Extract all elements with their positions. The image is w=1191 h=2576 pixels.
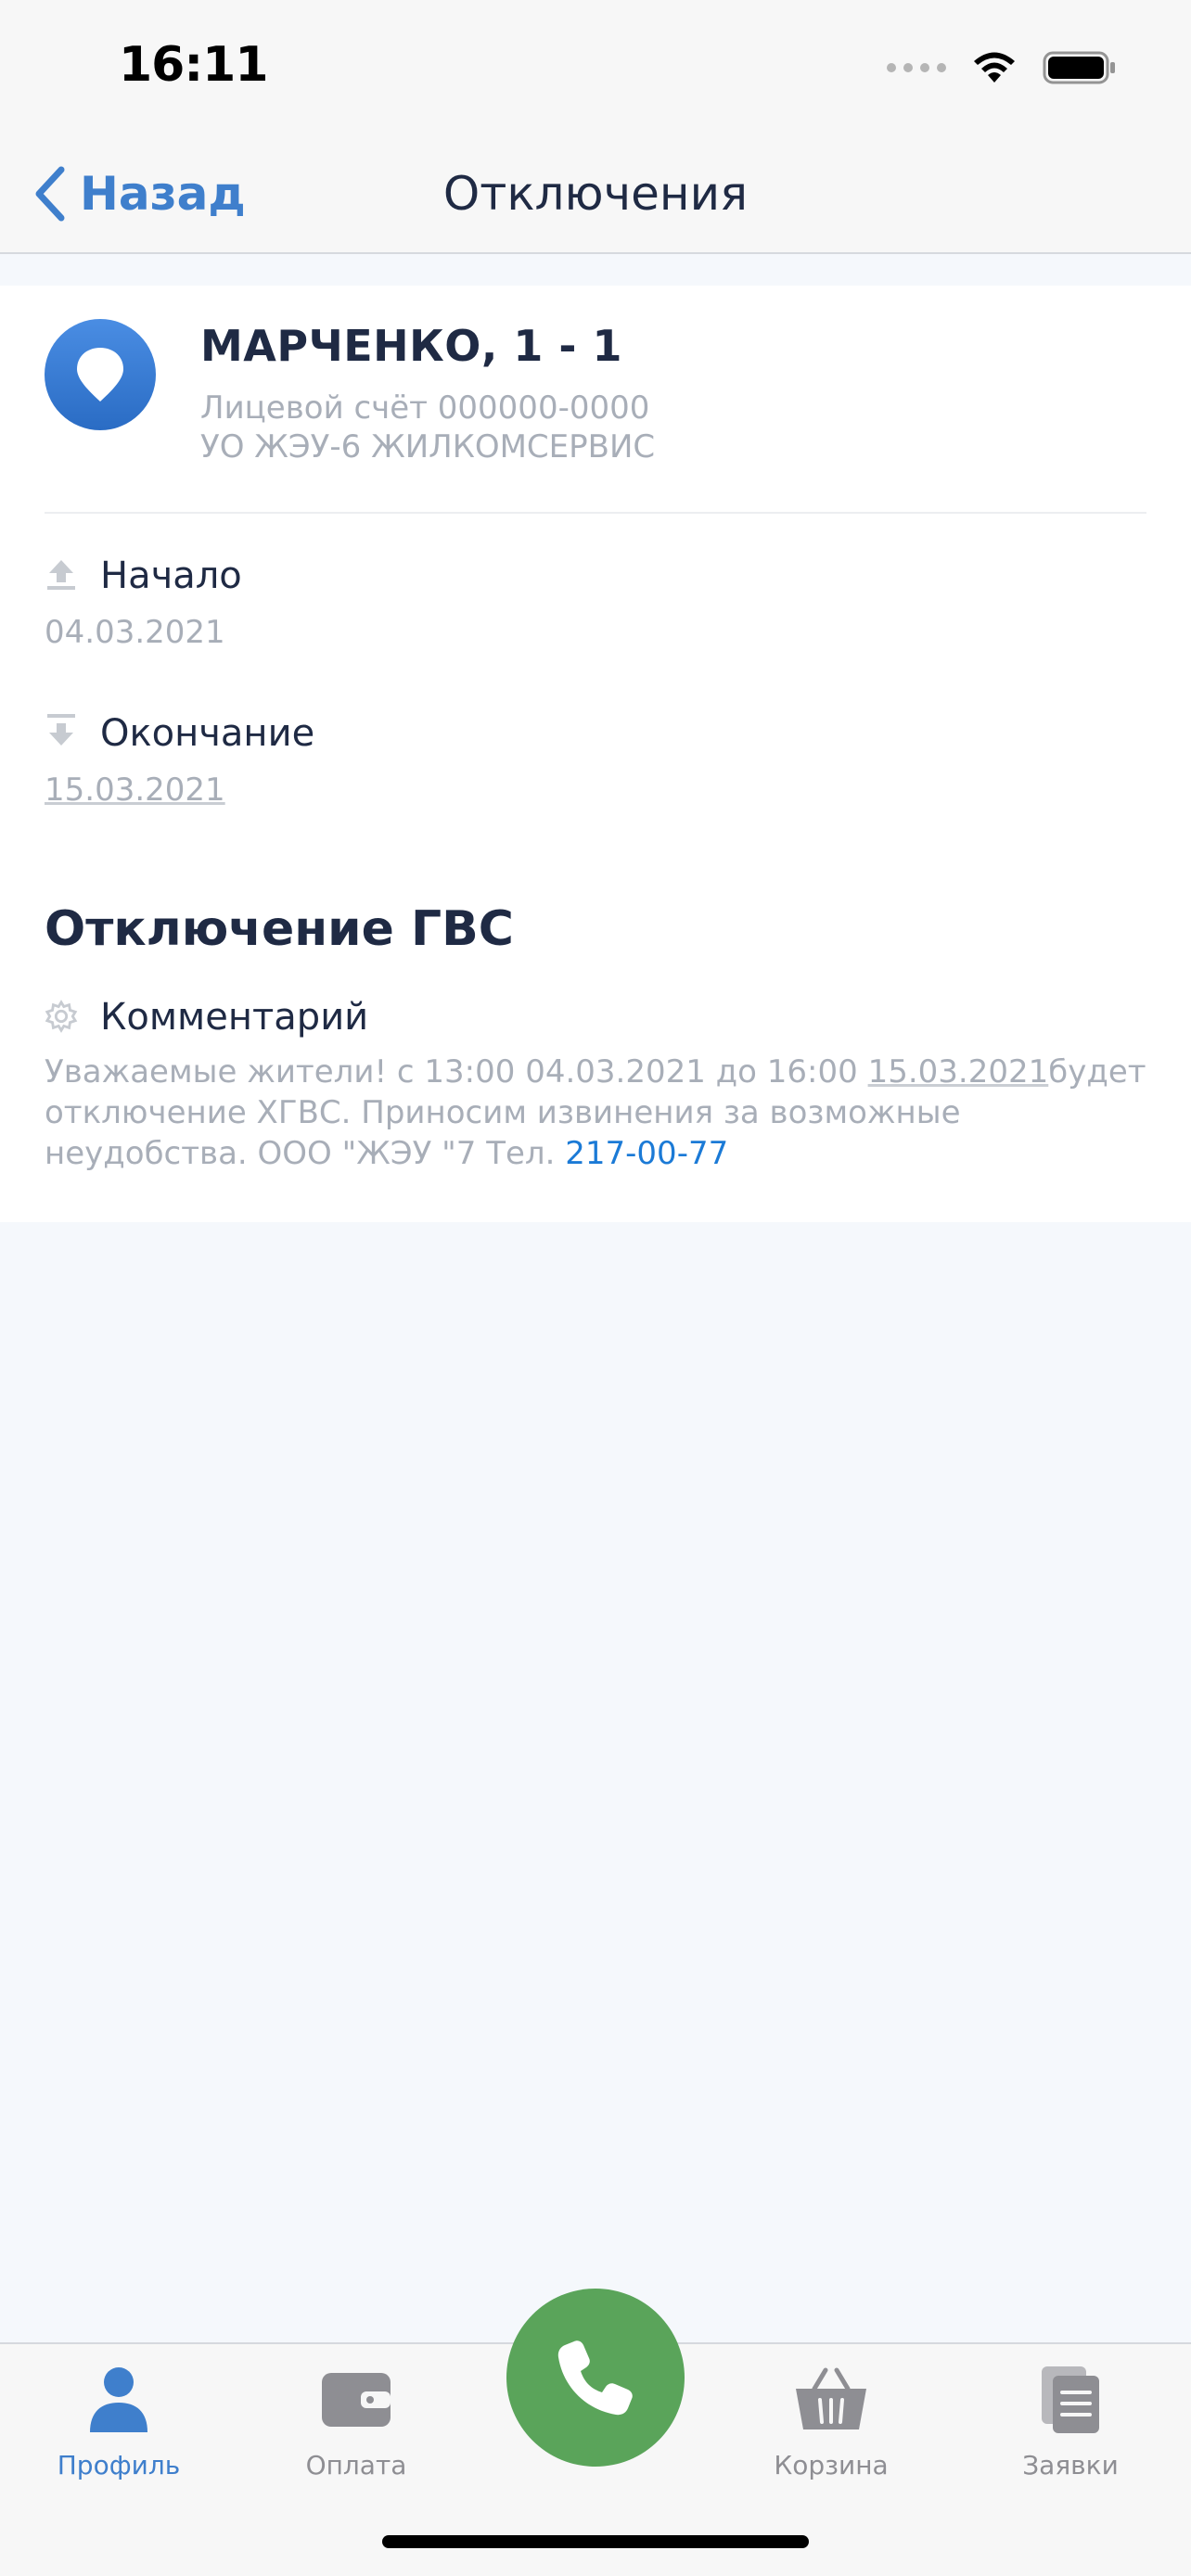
address-title: МАРЧЕНКО, 1 - 1 bbox=[200, 321, 623, 371]
tab-cart[interactable]: Корзина bbox=[738, 2363, 924, 2502]
phone-link[interactable]: 217-00-77 bbox=[565, 1135, 728, 1172]
comment-label: Комментарий bbox=[100, 996, 369, 1039]
battery-icon bbox=[1043, 51, 1115, 84]
status-time: 16:11 bbox=[119, 37, 269, 93]
wallet-icon bbox=[319, 2363, 393, 2437]
start-label: Начало bbox=[100, 555, 242, 597]
phone-icon bbox=[557, 2340, 633, 2416]
wifi-icon bbox=[974, 52, 1015, 83]
end-label: Окончание bbox=[100, 712, 315, 755]
documents-icon bbox=[1033, 2363, 1108, 2437]
arrow-up-icon bbox=[45, 555, 78, 592]
page-title: Отключения bbox=[442, 167, 749, 221]
start-date: 04.03.2021 bbox=[45, 614, 225, 651]
account-number: Лицевой счёт 000000-0000 bbox=[200, 389, 650, 427]
comment-text-part: Уважаемые жители! с 13:00 04.03.2021 до … bbox=[45, 1053, 868, 1090]
tab-requests[interactable]: Заявки bbox=[978, 2363, 1163, 2502]
comment-text: Уважаемые жители! с 13:00 04.03.2021 до … bbox=[45, 1052, 1148, 1174]
basket-icon bbox=[794, 2363, 868, 2437]
call-button[interactable] bbox=[506, 2289, 685, 2467]
tab-label: Профиль bbox=[57, 2450, 181, 2480]
gear-icon bbox=[45, 998, 78, 1035]
divider bbox=[45, 512, 1146, 514]
person-icon bbox=[82, 2363, 156, 2437]
status-icons bbox=[887, 45, 1117, 91]
tab-payment[interactable]: Оплата bbox=[263, 2363, 449, 2502]
section-title: Отключение ГВС bbox=[45, 901, 514, 957]
outage-card: МАРЧЕНКО, 1 - 1 Лицевой счёт 000000-0000… bbox=[0, 286, 1191, 1222]
cellular-signal-icon bbox=[887, 63, 946, 72]
status-bar: 16:11 bbox=[0, 0, 1191, 130]
tab-label: Корзина bbox=[774, 2450, 889, 2480]
management-company: УО ЖЭУ-6 ЖИЛКОМСЕРВИС bbox=[200, 428, 656, 465]
location-avatar bbox=[45, 319, 156, 430]
map-pin-icon bbox=[77, 348, 123, 402]
end-date[interactable]: 15.03.2021 bbox=[45, 772, 225, 809]
navigation-bar: Назад Отключения bbox=[0, 130, 1191, 254]
tab-profile[interactable]: Профиль bbox=[26, 2363, 211, 2502]
tab-label: Заявки bbox=[1022, 2450, 1119, 2480]
home-indicator bbox=[382, 2535, 809, 2548]
comment-date-link[interactable]: 15.03.2021 bbox=[868, 1053, 1049, 1090]
tab-label: Оплата bbox=[305, 2450, 407, 2480]
arrow-down-icon bbox=[45, 712, 78, 749]
